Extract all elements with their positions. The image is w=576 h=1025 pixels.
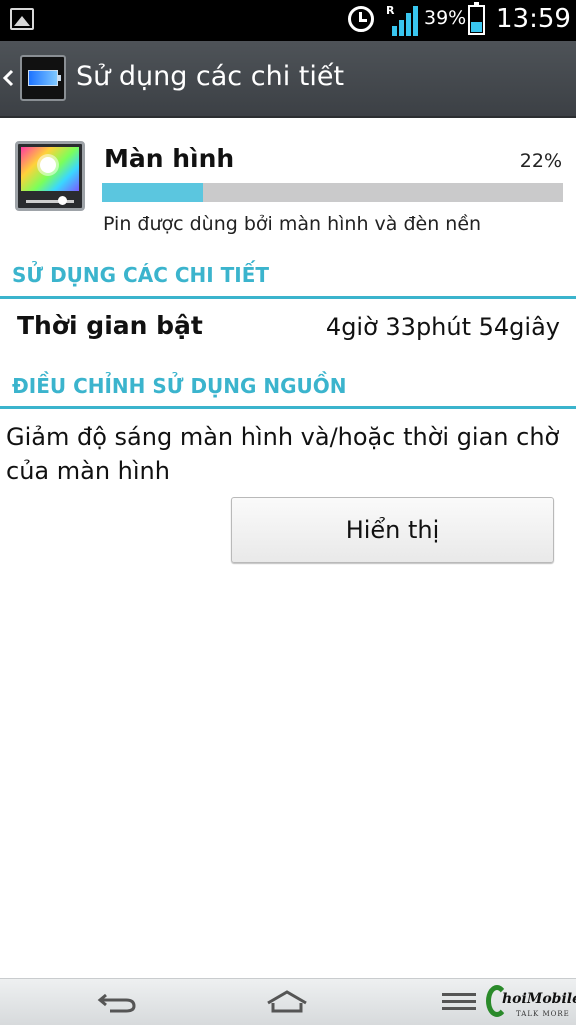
section-header-usage-details: SỬ DỤNG CÁC CHI TIẾT — [12, 263, 270, 287]
menu-icon[interactable] — [442, 993, 476, 1013]
watermark-slogan: TALK MORE — [516, 1010, 570, 1018]
page-title: Sử dụng các chi tiết — [76, 61, 345, 92]
usage-progress-fill — [102, 183, 204, 202]
watermark-brand: hoiMobile — [502, 991, 576, 1007]
battery-app-icon[interactable] — [20, 55, 66, 101]
uptime-label: Thời gian bật — [17, 311, 203, 340]
alarm-icon — [348, 6, 374, 32]
display-settings-button[interactable]: Hiển thị — [231, 497, 554, 563]
watermark-logo: hoiMobile TALK MORE — [486, 983, 576, 1023]
battery-icon — [468, 2, 485, 35]
item-description: Pin được dùng bởi màn hình và đèn nền — [103, 213, 482, 235]
signal-icon: R — [386, 4, 420, 36]
clock: 13:59 — [496, 4, 571, 34]
usage-progress-bar — [102, 183, 563, 202]
section-divider — [0, 406, 576, 409]
navigation-bar: hoiMobile TALK MORE — [0, 978, 576, 1025]
action-bar: Sử dụng các chi tiết — [0, 41, 576, 118]
power-advice-text: Giảm độ sáng màn hình và/hoặc thời gian … — [6, 423, 560, 485]
gallery-icon — [10, 8, 34, 30]
display-brightness-icon — [15, 141, 85, 211]
status-bar: R 39% 13:59 — [0, 0, 576, 41]
item-title: Màn hình — [104, 144, 235, 173]
battery-percent: 39% — [424, 7, 467, 29]
usage-percent: 22% — [519, 150, 562, 172]
home-icon[interactable] — [265, 989, 309, 1015]
back-icon[interactable] — [96, 989, 138, 1015]
back-icon[interactable] — [2, 69, 14, 87]
section-divider — [0, 296, 576, 299]
roaming-label: R — [386, 4, 395, 17]
section-header-power-adjust: ĐIỀU CHỈNH SỬ DỤNG NGUỒN — [12, 374, 347, 398]
uptime-value: 4giờ 33phút 54giây — [325, 313, 560, 341]
